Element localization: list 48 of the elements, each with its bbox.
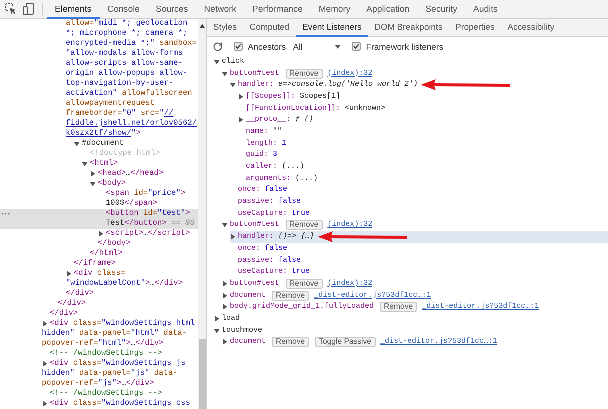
disclosure-triangle-icon[interactable] <box>230 82 236 88</box>
disclosure-triangle-icon[interactable] <box>222 222 228 228</box>
panel-tab[interactable]: Audits <box>465 0 506 19</box>
panel-tab[interactable]: Network <box>196 0 244 19</box>
sidebar-tab[interactable]: Event Listeners <box>296 19 368 37</box>
disclosure-triangle-icon[interactable] <box>238 117 244 124</box>
disclosure-triangle-icon[interactable] <box>214 316 220 322</box>
panel-tab[interactable]: Application <box>358 0 418 19</box>
checkbox[interactable] <box>352 42 362 51</box>
panel-tab[interactable]: Console <box>100 0 148 19</box>
sidebar-tab[interactable]: Computed <box>243 19 296 37</box>
scroll-up-icon[interactable] <box>200 24 204 28</box>
sidebar-tab[interactable]: DOM Breakpoints <box>368 19 450 37</box>
scrollbar-thumb[interactable] <box>198 339 206 409</box>
disclosure-triangle-icon[interactable] <box>214 58 220 65</box>
refresh-icon[interactable] <box>213 42 223 52</box>
disclosure-triangle-icon[interactable] <box>90 181 96 187</box>
disclosure-triangle-icon[interactable] <box>42 361 48 367</box>
disclosure-triangle-icon[interactable] <box>74 141 80 147</box>
scrollbar[interactable] <box>198 19 207 409</box>
disclosure-triangle-icon[interactable] <box>222 304 228 310</box>
disclosure-triangle-icon[interactable] <box>90 171 96 177</box>
disclosure-triangle-icon[interactable] <box>66 271 72 277</box>
disclosure-triangle-icon[interactable] <box>238 94 244 100</box>
panel-tab[interactable]: Memory <box>310 0 359 19</box>
disclosure-triangle-icon[interactable] <box>222 70 228 77</box>
panel-tab[interactable]: Sources <box>148 0 196 19</box>
sidebar-tab[interactable]: Properties <box>449 19 502 37</box>
checkbox-label: Framework listeners <box>366 42 444 52</box>
filter-select[interactable]: All <box>293 42 342 52</box>
checkbox-label: Ancestors <box>248 42 286 52</box>
panel-tab[interactable]: Performance <box>244 0 311 19</box>
disclosure-triangle-icon[interactable] <box>214 328 220 334</box>
disclosure-triangle-icon[interactable] <box>222 292 228 299</box>
disclosure-triangle-icon[interactable] <box>98 231 104 237</box>
disclosure-triangle-icon[interactable] <box>42 321 48 327</box>
caret-icon <box>335 44 342 48</box>
sidebar-tab[interactable]: Accessibility <box>501 19 562 37</box>
disclosure-triangle-icon[interactable] <box>230 234 236 240</box>
device-icon[interactable] <box>23 3 34 15</box>
disclosure-triangle-icon[interactable] <box>222 280 228 287</box>
panel-tab[interactable]: Security <box>418 0 466 19</box>
inspect-icon[interactable] <box>5 3 17 15</box>
sidebar-tab[interactable]: Styles <box>207 19 244 37</box>
disclosure-triangle-icon[interactable] <box>82 161 88 167</box>
disclosure-triangle-icon[interactable] <box>222 339 228 346</box>
checkbox[interactable] <box>234 42 243 51</box>
disclosure-triangle-icon[interactable] <box>42 401 48 407</box>
